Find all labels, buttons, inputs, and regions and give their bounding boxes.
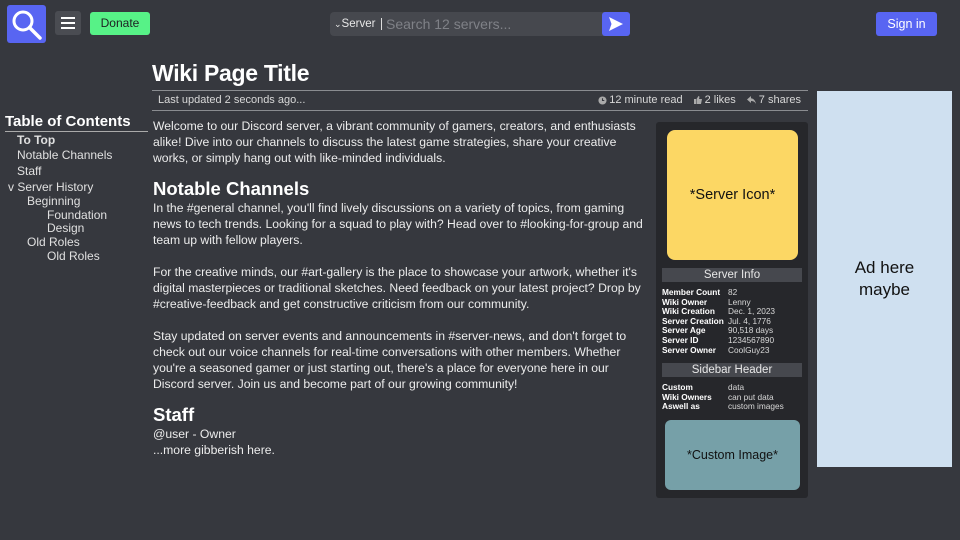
paragraph: Stay updated on server events and announ… <box>153 329 627 391</box>
send-icon <box>609 17 623 31</box>
hamburger-menu-button[interactable] <box>55 11 81 35</box>
paragraph: In the #general channel, you'll find liv… <box>153 201 643 247</box>
info-row: Server Owner CoolGuy23 <box>662 344 770 355</box>
search-input[interactable] <box>386 14 600 34</box>
server-info-rows: Member Count 82 Wiki Owner Lenny Wiki Crea… <box>662 287 775 355</box>
chevron-down-icon: ⌄ <box>334 19 342 29</box>
toc-item-old-roles[interactable]: Old Roles <box>27 236 80 249</box>
section-heading-notable-channels: Notable Channels <box>153 178 310 199</box>
search-divider <box>381 18 382 30</box>
staff-more: ...more gibberish here. <box>153 443 275 457</box>
page-title: Wiki Page Title <box>152 60 310 86</box>
toc-item-design[interactable]: Design <box>47 222 84 235</box>
thumbs-up-icon <box>693 96 702 104</box>
table-of-contents: Table of Contents <box>5 113 148 132</box>
search-bar: ⌄Server <box>330 12 630 36</box>
hamburger-menu-icon <box>61 17 75 19</box>
ad-text-line2: maybe <box>858 280 911 299</box>
search-logo-icon <box>12 10 42 40</box>
server-infobox: *Server Icon* Server Info Member Count 82… <box>656 122 808 498</box>
site-logo[interactable] <box>7 5 46 43</box>
last-updated: Last updated 2 seconds ago... <box>158 94 306 106</box>
custom-image-placeholder: *Custom Image* <box>665 420 800 490</box>
article-content: Welcome to our Discord server, a vibrant… <box>153 118 643 458</box>
toc-item-staff[interactable]: Staff <box>17 165 41 178</box>
ad-placeholder: Ad here maybe <box>817 91 952 467</box>
donate-button[interactable]: Donate <box>90 12 150 35</box>
likes-button[interactable]: 2 likes <box>693 94 736 106</box>
toc-item-to-top[interactable]: To Top <box>17 134 55 147</box>
toc-item-beginning[interactable]: Beginning <box>27 195 80 208</box>
intro-paragraph: Welcome to our Discord server, a vibrant… <box>153 119 636 165</box>
toc-item-server-history[interactable]: v Server History <box>8 181 93 194</box>
page-meta-bar: Last updated 2 seconds ago... 12 minute … <box>152 90 808 111</box>
search-scope-dropdown[interactable]: ⌄Server <box>334 12 375 36</box>
sidebar-rows: Custom data Wiki Owners can put data Aswel… <box>662 382 784 412</box>
server-info-header: Server Info <box>662 268 802 282</box>
toc-title: Table of Contents <box>5 113 148 132</box>
sidebar-header: Sidebar Header <box>662 363 802 377</box>
section-heading-staff: Staff <box>153 404 195 425</box>
share-icon <box>746 96 756 104</box>
clock-icon <box>598 95 607 105</box>
sign-in-button[interactable]: Sign in <box>876 12 937 36</box>
paragraph: For the creative minds, our #art-gallery… <box>153 265 641 311</box>
search-submit-button[interactable] <box>602 12 630 36</box>
read-time: 12 minute read <box>598 94 683 106</box>
server-icon-placeholder: *Server Icon* <box>667 130 798 260</box>
toc-item-notable-channels[interactable]: Notable Channels <box>17 149 112 162</box>
ad-text-line1: Ad here <box>854 258 915 277</box>
info-row: Aswell as custom images <box>662 401 784 412</box>
toc-item-old-roles-sub[interactable]: Old Roles <box>47 250 100 263</box>
staff-entry: @user - Owner <box>153 427 236 441</box>
shares-button[interactable]: 7 shares <box>746 94 801 106</box>
